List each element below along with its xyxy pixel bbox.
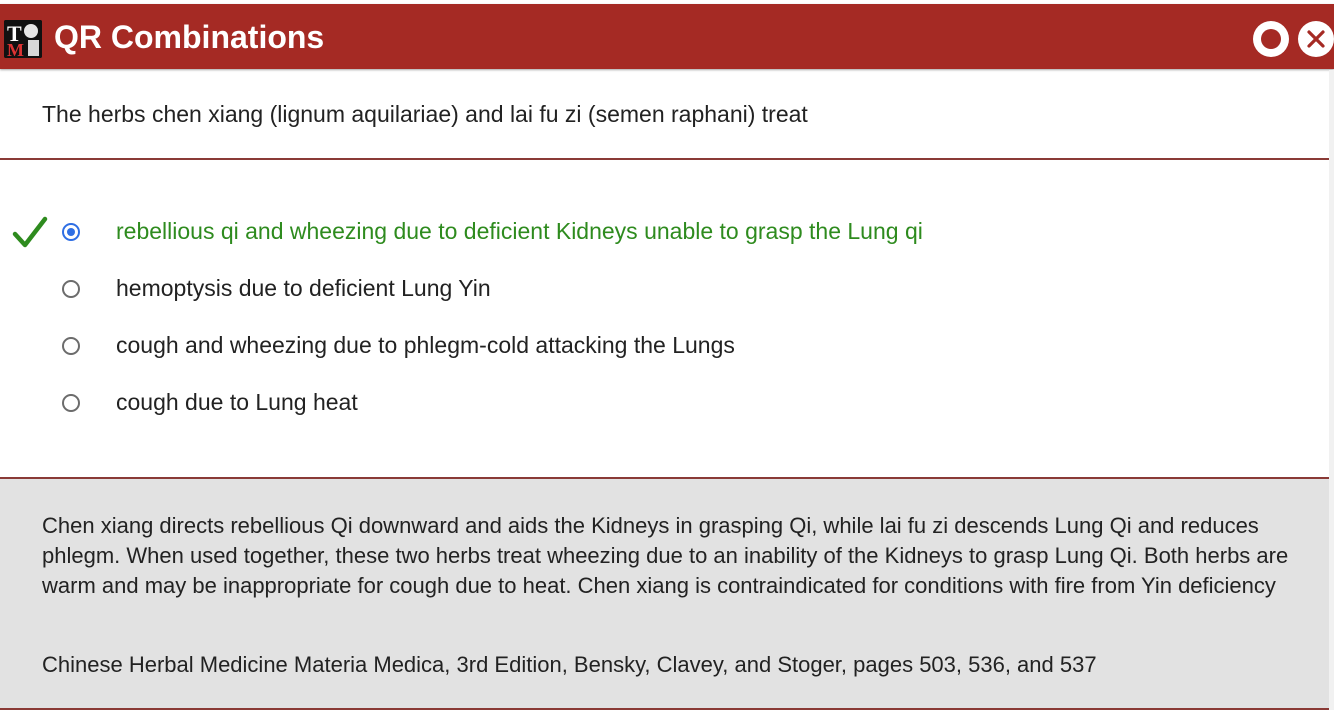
choice-4[interactable]: cough due to Lung heat [0,383,1334,423]
explanation-panel: Chen xiang directs rebellious Qi downwar… [0,479,1334,708]
choice-label: cough and wheezing due to phlegm-cold at… [116,332,735,358]
close-button[interactable] [1298,21,1334,57]
modal-title: QR Combinations [54,19,325,55]
record-button[interactable] [1253,21,1289,57]
scrollbar[interactable] [1329,70,1334,710]
divider [0,708,1334,710]
radio-button[interactable] [62,394,80,412]
quiz-modal: T M QR Combinations The herbs chen xiang… [0,0,1334,726]
choice-3[interactable]: cough and wheezing due to phlegm-cold at… [0,326,1334,366]
question-text: The herbs chen xiang (lignum aquilariae)… [42,101,808,127]
explanation-text: Chen xiang directs rebellious Qi downwar… [42,513,1289,598]
choice-label: rebellious qi and wheezing due to defici… [116,218,923,244]
radio-button[interactable] [62,223,80,241]
modal-header: T M QR Combinations [0,4,1334,69]
tcm-tests-logo-icon: T M [4,20,42,58]
checkmark-icon [12,216,48,248]
radio-button[interactable] [62,337,80,355]
choice-1[interactable]: rebellious qi and wheezing due to defici… [0,212,1334,252]
svg-text:M: M [7,40,24,58]
choice-label: hemoptysis due to deficient Lung Yin [116,275,491,301]
divider [0,158,1334,160]
choice-2[interactable]: hemoptysis due to deficient Lung Yin [0,269,1334,309]
radio-button[interactable] [62,280,80,298]
reference-citation: Chinese Herbal Medicine Materia Medica, … [42,652,1097,677]
choice-label: cough due to Lung heat [116,389,358,415]
close-icon [1307,30,1325,48]
